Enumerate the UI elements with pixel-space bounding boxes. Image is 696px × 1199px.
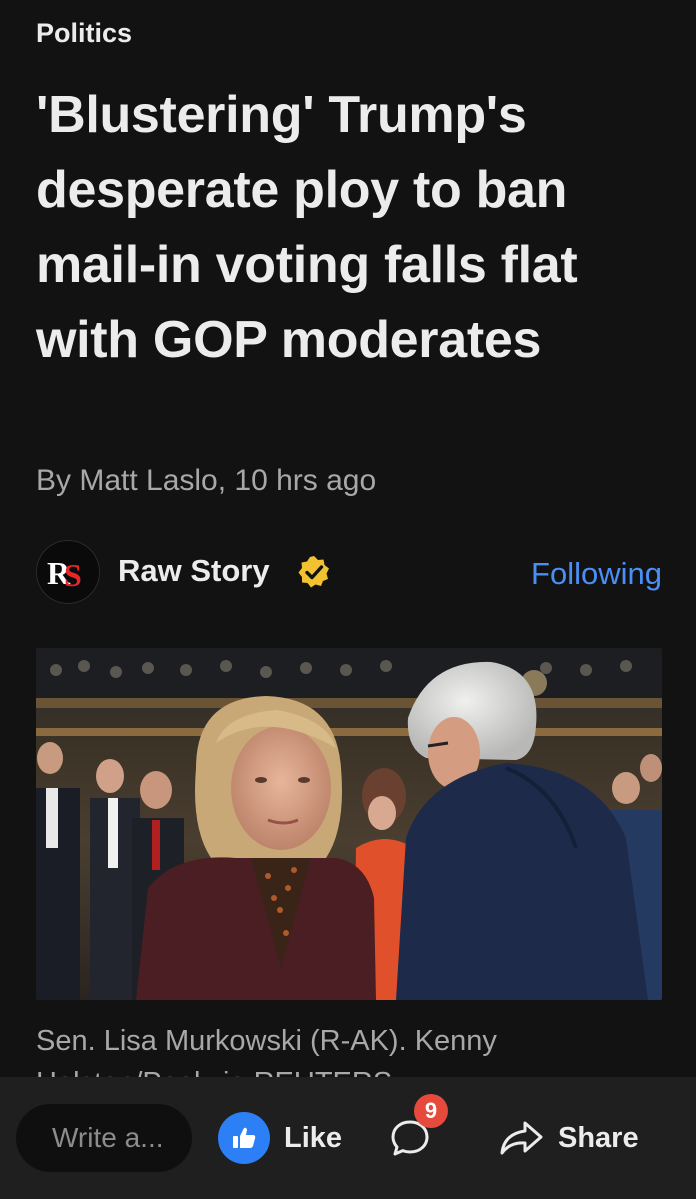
byline: By Matt Laslo, 10 hrs ago (36, 464, 377, 497)
publisher-name[interactable]: Raw Story (118, 553, 270, 589)
comments-button[interactable]: 9 (388, 1094, 458, 1172)
article-view: Politics 'Blustering' Trump's desperate … (0, 0, 696, 1199)
thumbs-up-icon (218, 1112, 270, 1164)
comment-input[interactable] (16, 1104, 192, 1172)
publisher-logo[interactable]: R S (36, 540, 100, 604)
verified-badge-icon (298, 556, 329, 588)
action-bar: Like 9 Share (0, 1077, 696, 1199)
share-arrow-icon (500, 1121, 543, 1155)
share-label: Share (558, 1121, 639, 1154)
article-photo[interactable] (36, 648, 662, 1000)
category-label[interactable]: Politics (36, 18, 132, 49)
following-button[interactable]: Following (531, 556, 662, 592)
photo-illustration (36, 648, 662, 1000)
share-button[interactable]: Share (498, 1104, 639, 1172)
article-headline: 'Blustering' Trump's desperate ploy to b… (36, 86, 578, 369)
publisher-logo-mark: R S (47, 555, 82, 593)
comment-count-badge: 9 (414, 1094, 448, 1128)
like-label: Like (284, 1121, 343, 1154)
source-row: R S Raw Story Following (36, 540, 662, 606)
svg-text:S: S (64, 557, 82, 593)
like-button[interactable]: Like (218, 1104, 342, 1172)
